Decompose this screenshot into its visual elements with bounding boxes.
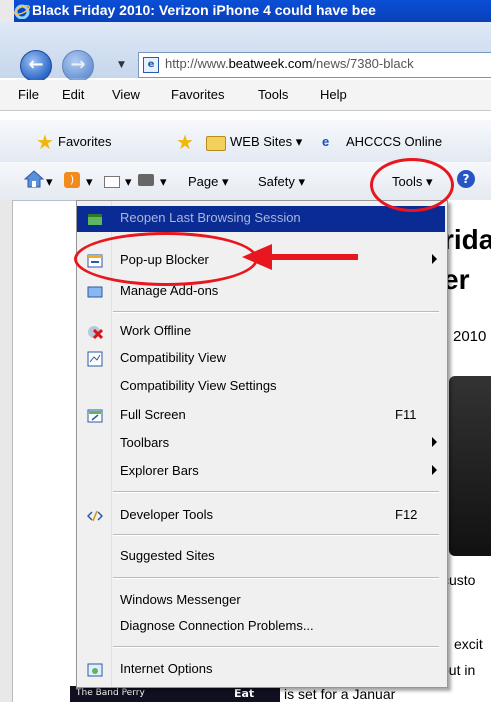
menu-item-internet-options[interactable]: Internet Options	[77, 657, 445, 683]
safety-menu-button[interactable]: Safety ▾	[258, 174, 305, 190]
favorites-star-icon: ★	[36, 130, 54, 154]
menu-item-compatibility-view[interactable]: Compatibility View	[77, 346, 445, 372]
date-fragment: 2010	[453, 328, 487, 345]
menu-view[interactable]: View	[112, 87, 140, 102]
window-title: Black Friday 2010: Verizon iPhone 4 coul…	[32, 2, 376, 18]
menu-separator	[113, 534, 439, 536]
annotation-circle-tools	[370, 158, 454, 212]
folder-icon	[206, 136, 226, 151]
add-to-favorites-bar-icon[interactable]: ★	[176, 132, 196, 152]
submenu-arrow-icon	[432, 254, 437, 264]
thumbnail-title: Eat	[234, 687, 255, 700]
full-screen-icon	[87, 409, 103, 423]
menu-edit[interactable]: Edit	[62, 87, 84, 102]
reopen-session-icon	[88, 214, 102, 225]
menu-item-explorer-bars[interactable]: Explorer Bars	[77, 459, 445, 485]
internet-explorer-logo-icon	[14, 4, 30, 19]
menu-file[interactable]: File	[18, 87, 39, 102]
menu-separator	[113, 646, 439, 648]
compatibility-view-icon	[87, 351, 103, 367]
back-button[interactable]: ←	[20, 50, 52, 82]
menu-item-suggested-sites[interactable]: Suggested Sites	[77, 544, 445, 570]
internet-options-icon	[87, 663, 103, 677]
help-icon[interactable]: ?	[457, 170, 475, 188]
annotation-circle-popup-blocker	[74, 232, 258, 286]
headline-fragment-1: rida	[443, 224, 491, 255]
menu-item-reopen-last-browsing-session[interactable]: Reopen Last Browsing Session	[77, 206, 445, 232]
menu-tools[interactable]: Tools	[258, 87, 288, 102]
window-title-bar: Black Friday 2010: Verizon iPhone 4 coul…	[0, 0, 491, 22]
back-arrow-icon: ←	[28, 54, 44, 75]
mail-dropdown-arrow[interactable]: ▾	[125, 174, 132, 190]
home-icon[interactable]	[24, 170, 44, 188]
recent-pages-dropdown-icon[interactable]: ▼	[118, 60, 125, 70]
menu-item-work-offline[interactable]: Work Offline	[77, 319, 445, 345]
menu-item-windows-messenger[interactable]: Windows Messenger	[77, 588, 445, 614]
menu-item-toolbars[interactable]: Toolbars	[77, 431, 445, 457]
menu-favorites[interactable]: Favorites	[171, 87, 224, 102]
forward-button[interactable]: →	[62, 50, 94, 82]
home-dropdown-arrow[interactable]: ▾	[46, 174, 53, 190]
page-menu-button[interactable]: Page ▾	[188, 174, 229, 190]
page-icon: e	[143, 57, 159, 73]
address-input[interactable]: e http://www.beatweek.com/news/7380-blac…	[138, 52, 491, 78]
menu-item-diagnose-connection-problems[interactable]: Diagnose Connection Problems...	[77, 614, 445, 640]
feeds-dropdown-arrow[interactable]: ▾	[86, 174, 93, 190]
forward-arrow-icon: →	[70, 54, 86, 75]
addons-icon	[87, 286, 103, 298]
submenu-arrow-icon	[432, 465, 437, 475]
web-sites-folder[interactable]: WEB Sites ▾	[230, 134, 302, 150]
print-icon[interactable]	[138, 174, 154, 186]
print-dropdown-arrow[interactable]: ▾	[160, 174, 167, 190]
menu-item-full-screen[interactable]: Full Screen F11	[77, 403, 445, 429]
ie-page-icon: e	[322, 134, 330, 149]
iphone-photo	[449, 376, 491, 556]
favorites-button[interactable]: Favorites	[58, 134, 111, 149]
menu-item-developer-tools[interactable]: Developer Tools F12	[77, 503, 445, 529]
work-offline-icon	[88, 326, 103, 340]
annotation-arrow-head	[242, 244, 272, 270]
navigation-bar: ← → ▼ e http://www.beatweek.com/news/738…	[0, 22, 491, 82]
read-mail-icon[interactable]	[104, 176, 120, 188]
menu-item-compatibility-view-settings[interactable]: Compatibility View Settings	[77, 374, 445, 400]
menu-separator	[113, 491, 439, 493]
menu-help[interactable]: Help	[320, 87, 347, 102]
left-frame-edge	[0, 200, 13, 702]
address-url: http://www.beatweek.com/news/7380-black	[165, 56, 414, 71]
text-fragment-2: excit	[454, 636, 483, 652]
menu-bar: File Edit View Favorites Tools Help	[0, 80, 491, 111]
feeds-icon[interactable]: )	[64, 172, 80, 188]
developer-tools-icon	[87, 510, 103, 522]
text-fragment-4: is set for a Januar	[284, 686, 396, 702]
favorites-bar: ★ Favorites ★ WEB Sites ▾ e AHCCCS Onlin…	[0, 120, 491, 163]
annotation-arrow-shaft	[268, 254, 358, 260]
ahcccs-online-link[interactable]: AHCCCS Online	[346, 134, 442, 149]
submenu-arrow-icon	[432, 437, 437, 447]
menu-separator	[113, 577, 439, 579]
bottom-thumbnail-image: The Band Perry Eat	[70, 686, 280, 702]
thumbnail-caption: The Band Perry	[76, 688, 145, 698]
menu-separator	[113, 311, 439, 313]
window-left-edge	[0, 0, 14, 22]
